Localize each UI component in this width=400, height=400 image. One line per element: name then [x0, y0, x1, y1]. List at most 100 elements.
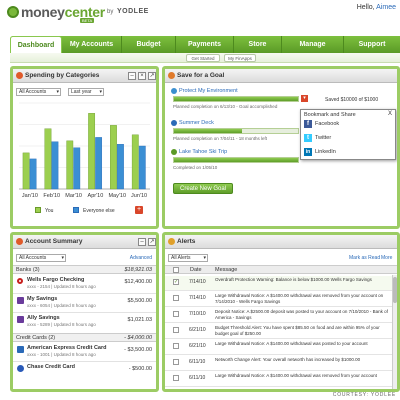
tab-budget[interactable]: Budget [122, 36, 176, 53]
x-tick-label: Mar'10 [65, 193, 82, 199]
account-row[interactable]: American Express Credit Card xxxx - 1001… [13, 344, 156, 360]
chart-bar-you [88, 113, 96, 190]
create-goal-button[interactable]: Create New Goal [173, 183, 233, 194]
banks-label: Banks (3) [16, 267, 40, 273]
alert-checkbox[interactable]: ✓ [173, 279, 179, 285]
goal-saved-amount: Saved $10000 of $1000 [325, 97, 379, 103]
alerts-scrollbar[interactable] [392, 275, 397, 389]
get-started-button[interactable]: Get Started [186, 54, 220, 62]
legend-everyone-label: Everyone else [83, 208, 115, 214]
tab-manage[interactable]: Manage [282, 36, 344, 53]
twitter-icon[interactable]: t [304, 134, 312, 142]
user-name-link[interactable]: Aimee [376, 4, 396, 11]
alert-message: Overdraft Protection Warning: Balance is… [215, 277, 372, 282]
account-name[interactable]: Wells Fargo Checking [27, 277, 84, 283]
goals-panel: Save for a Goal Protect My Environment ▾… [162, 66, 400, 229]
alert-checkbox[interactable] [173, 359, 179, 365]
alert-row[interactable]: 7/10/10 Deposit Notice: A $2500.00 deposi… [165, 308, 393, 323]
bookmark-close-button[interactable]: X [388, 111, 392, 117]
credit-label: Credit Cards (2) [16, 335, 56, 341]
goal-status: Planned completion on 7/04/11 - 18 month… [173, 136, 267, 141]
alert-row[interactable]: 6/11/10 Networth Change Alert: Your overa… [165, 356, 393, 371]
expand-icon[interactable]: ↗ [148, 72, 156, 80]
alert-checkbox[interactable] [173, 375, 179, 381]
minimize-icon[interactable]: – [138, 238, 146, 246]
alert-row[interactable]: 7/14/10 Large Withdrawal Notice: A $1400.… [165, 292, 393, 307]
chart-bar-everyone [117, 144, 124, 190]
select-all-checkbox[interactable] [173, 267, 179, 273]
share-facebook-link[interactable]: Facebook [315, 121, 339, 127]
account-row[interactable]: Ally Savings xxxx - 5289 | Updated 8 hou… [13, 314, 156, 330]
alert-checkbox[interactable] [173, 327, 179, 333]
yodlee-logo: YODLEE [117, 8, 149, 15]
spending-period-select[interactable]: Last year [68, 88, 104, 96]
account-row[interactable]: Wells Fargo Checking xxxx - 2154 | Updat… [13, 276, 156, 292]
spending-panel: Spending by Categories – × ↗ All Account… [10, 66, 159, 229]
account-detail: xxxx - 5289 | Updated 8 hours ago [27, 322, 96, 327]
my-finapps-button[interactable]: My FinApps [224, 54, 256, 62]
chart-bar-everyone [95, 137, 103, 190]
alert-checkbox[interactable] [173, 295, 179, 301]
goal-status: Completed on 1/05/10 [173, 165, 218, 170]
account-name[interactable]: Ally Savings [27, 315, 60, 321]
more-link[interactable]: More [381, 255, 392, 261]
scrollbar-thumb[interactable] [393, 277, 397, 303]
alert-date: 7/14/10 [189, 295, 206, 301]
goal-name[interactable]: Protect My Environment [179, 88, 238, 94]
linkedin-icon[interactable]: in [304, 148, 312, 156]
alerts-header: Alerts [165, 235, 397, 249]
chart-bar-everyone [29, 158, 37, 190]
account-balance: $5,500.00 [127, 298, 152, 304]
share-linkedin-link[interactable]: LinkedIn [315, 149, 336, 155]
savings-icon [17, 297, 24, 304]
alert-row[interactable]: 6/21/10 Budget Threshold Alert: You have … [165, 324, 393, 339]
tab-payments[interactable]: Payments [176, 36, 234, 53]
bookmark-title: Bookmark and Share [304, 112, 356, 118]
alert-row[interactable]: 6/21/10 Large Withdrawal Notice: A $1400.… [165, 340, 393, 355]
expand-icon[interactable]: ↗ [148, 238, 156, 246]
mark-as-read-link[interactable]: Mark as Read [349, 255, 380, 261]
account-balance: $1,021.03 [127, 317, 152, 323]
alert-row[interactable]: 6/11/10 Large Withdrawal Notice: A $1400.… [165, 372, 393, 387]
col-date[interactable]: Date [190, 267, 202, 273]
alert-message: Large Withdrawal Notice: A $1400.00 with… [215, 293, 384, 304]
col-message[interactable]: Message [215, 267, 237, 273]
account-summary-title: Account Summary [25, 238, 83, 245]
chart-bar-you [110, 125, 117, 190]
goal-environment-icon [171, 88, 177, 94]
share-twitter-link[interactable]: Twitter [315, 135, 331, 141]
tab-my-accounts[interactable]: My Accounts [62, 36, 122, 53]
goal-name[interactable]: Lake Tahoe Ski Trip [179, 149, 227, 155]
account-filter-select[interactable]: All Accounts [16, 254, 66, 262]
alert-checkbox[interactable] [173, 311, 179, 317]
account-name[interactable]: My Savings [27, 296, 57, 302]
account-row[interactable]: My Savings xxxx - 6054 | Updated 8 hours… [13, 295, 156, 311]
tab-support[interactable]: Support [344, 36, 400, 53]
main-nav: Dashboard My Accounts Budget Payments St… [10, 36, 400, 53]
alert-row[interactable]: ✓ 7/14/10 Overdraft Protection Warning: Ba… [165, 276, 393, 291]
chart-bar-you [44, 128, 52, 190]
goal-name[interactable]: Summer Deck [179, 120, 214, 126]
minimize-icon[interactable]: – [128, 72, 136, 80]
account-row[interactable]: Chase Credit Card - $500.00 [13, 363, 156, 379]
alert-date: 7/10/10 [189, 311, 206, 317]
goal-action-icon[interactable]: ▾ [301, 95, 308, 102]
goal-status: Planned completion on 6/13/10 - Goal acc… [173, 104, 278, 109]
user-greeting: Hello, Aimee [357, 4, 396, 11]
goal-progress-track [173, 157, 299, 163]
goal-icon [168, 72, 175, 79]
tab-store[interactable]: Store [234, 36, 282, 53]
account-summary-panel: Account Summary – ↗ All Accounts Advance… [10, 232, 159, 392]
facebook-icon[interactable]: f [304, 120, 312, 128]
spending-accounts-select[interactable]: All Accounts [16, 88, 61, 96]
tab-dashboard[interactable]: Dashboard [10, 36, 62, 53]
alerts-filter-select[interactable]: All Alerts [168, 254, 208, 262]
alert-checkbox[interactable] [173, 343, 179, 349]
close-icon[interactable]: × [138, 72, 146, 80]
account-name[interactable]: American Express Credit Card [27, 345, 106, 351]
account-name[interactable]: Chase Credit Card [27, 364, 75, 370]
alert-message: Networth Change Alert: Your overall netw… [215, 357, 361, 362]
advanced-link[interactable]: Advanced [130, 255, 152, 261]
pie-chart-icon [16, 72, 23, 79]
add-category-icon[interactable]: + [135, 206, 143, 214]
